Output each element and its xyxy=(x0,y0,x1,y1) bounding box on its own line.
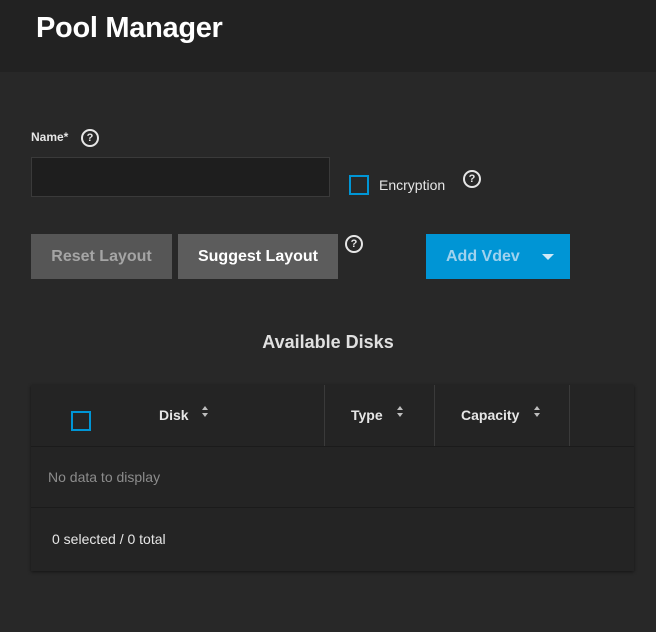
available-disks-title: Available Disks xyxy=(262,332,394,352)
suggest-layout-button[interactable]: Suggest Layout xyxy=(178,234,338,279)
encryption-help-icon[interactable]: ? xyxy=(463,170,481,188)
reset-layout-button[interactable]: Reset Layout xyxy=(31,234,172,279)
name-field-label: Name* xyxy=(31,130,69,144)
column-label-capacity: Capacity xyxy=(461,407,520,423)
caret-down-icon[interactable] xyxy=(542,254,554,260)
add-vdev-button[interactable]: Add Vdev xyxy=(426,234,570,279)
pool-name-input[interactable] xyxy=(31,157,330,197)
column-header-type[interactable]: Type xyxy=(325,385,434,446)
column-header-disk[interactable]: Disk xyxy=(31,385,324,446)
page-header: Pool Manager xyxy=(0,0,656,72)
name-help-icon[interactable]: ? xyxy=(81,129,99,147)
sort-icon[interactable] xyxy=(201,405,209,419)
suggest-layout-help-icon[interactable]: ? xyxy=(345,235,363,253)
empty-table-row: No data to display xyxy=(31,447,634,508)
encryption-label[interactable]: Encryption xyxy=(379,177,445,193)
column-header-capacity[interactable]: Capacity xyxy=(435,385,569,446)
selection-count: 0 selected / 0 total xyxy=(52,531,166,547)
sort-icon[interactable] xyxy=(396,405,404,419)
encryption-checkbox[interactable] xyxy=(349,175,369,195)
column-label-type: Type xyxy=(351,407,383,423)
sort-icon[interactable] xyxy=(533,405,541,419)
empty-message: No data to display xyxy=(48,469,161,485)
table-header: Disk Type Capacity xyxy=(31,385,634,447)
page-title: Pool Manager xyxy=(36,12,223,44)
add-vdev-label: Add Vdev xyxy=(446,247,520,265)
column-label-disk: Disk xyxy=(159,407,189,423)
available-disks-table: Disk Type Capacity No data to display 0 … xyxy=(31,385,634,571)
column-divider[interactable] xyxy=(569,385,570,446)
